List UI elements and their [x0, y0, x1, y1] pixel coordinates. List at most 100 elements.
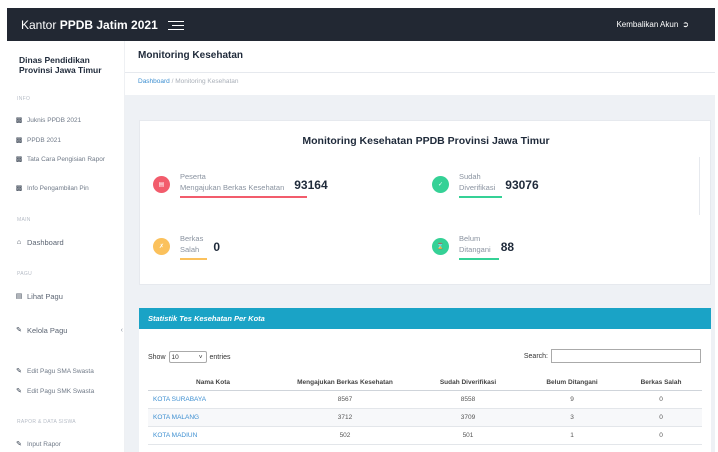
col-mengajukan[interactable]: Mengajukan Berkas Kesehatan: [278, 375, 412, 391]
table-cell: 3712: [278, 408, 412, 427]
summary-stats-box: ▤ Peserta Mengajukan Berkas Kesehatan 93…: [150, 157, 700, 215]
stat-sudah-diverifikasi: ✓ Sudah Diverifikasi 93076: [432, 171, 539, 198]
col-berkas-salah[interactable]: Berkas Salah: [620, 375, 702, 391]
stat-value-belum: 88: [500, 239, 515, 254]
table-cell: 9: [524, 390, 620, 409]
table-cell: 0: [620, 426, 702, 445]
kembalikan-label: Kembalikan Akun: [616, 20, 679, 29]
stat-underline: [180, 258, 207, 260]
search-input[interactable]: [551, 349, 701, 363]
cell-kota-link[interactable]: KOTA SURABAYA: [148, 390, 278, 409]
stat-label-2: Salah: [180, 245, 200, 254]
table-cell: 8558: [412, 390, 524, 409]
book-icon: ▩: [15, 137, 23, 144]
pencil-icon: ✎: [16, 368, 22, 375]
section-label-rapor: RAPOR & DATA SISWA: [17, 419, 76, 425]
chevron-left-icon: ‹: [120, 327, 123, 334]
pencil-icon: ✎: [16, 388, 22, 395]
kota-table: Nama Kota Mengajukan Berkas Kesehatan Su…: [148, 375, 702, 445]
stat-label-2: Mengajukan Berkas Kesehatan: [180, 183, 285, 192]
show-entries-control: Show 10 ˅ entries: [148, 351, 231, 363]
col-belum[interactable]: Belum Ditangani: [524, 375, 620, 391]
sidebar-title: Dinas Pendidikan Provinsi Jawa Timur: [19, 55, 102, 75]
cell-kota-link[interactable]: KOTA MALANG: [148, 408, 278, 427]
cell-kota-link[interactable]: KOTA MADIUN: [148, 426, 278, 445]
stat-label-1: Sudah: [459, 172, 481, 181]
breadcrumb-separator: /: [171, 78, 174, 85]
sidebar-item-info-pin[interactable]: ▩ Info Pengambilan Pin: [15, 185, 123, 193]
sidebar-item-label: Info Pengambilan Pin: [27, 185, 89, 192]
search-label: Search:: [523, 352, 548, 360]
hourglass-icon: ⌛: [432, 238, 449, 255]
book-icon: ▩: [15, 185, 23, 192]
table-cell: 0: [620, 390, 702, 409]
stat-belum-ditangani: ⌛ Belum Ditangani 88: [432, 233, 514, 260]
breadcrumb: Dashboard / Monitoring Kesehatan: [125, 73, 715, 95]
sidebar-item-tata-cara[interactable]: ▩ Tata Cara Pengisian Rapor: [15, 156, 123, 164]
sidebar-item-label: Input Rapor: [27, 441, 61, 448]
chevron-down-icon: ˅: [198, 353, 203, 361]
stat-label-1: Berkas: [180, 234, 204, 243]
sidebar-item-dashboard[interactable]: ⌂ Dashboard: [15, 239, 123, 247]
sidebar-item-label: Edit Pagu SMK Swasta: [27, 388, 95, 395]
clipboard-icon: ▤: [153, 176, 170, 193]
stat-label-1: Peserta: [180, 172, 206, 181]
content-header: Monitoring Kesehatan: [125, 41, 715, 73]
section-label-pagu: PAGU: [17, 271, 32, 277]
sidebar-item-juknis[interactable]: ▩ Juknis PPDB 2021: [15, 117, 123, 125]
sidebar-item-label: Edit Pagu SMA Swasta: [27, 368, 94, 375]
sidebar-item-input-rapor[interactable]: ✎ Input Rapor: [15, 441, 123, 449]
show-label: Show: [148, 353, 166, 361]
table-cell: 3: [524, 408, 620, 427]
sidebar-item-lihat-pagu[interactable]: ▤ Lihat Pagu: [15, 293, 123, 301]
book-icon: ▩: [15, 117, 23, 124]
app-frame: Kantor PPDB Jatim 2021 Kembalikan Akun ➲…: [0, 0, 718, 452]
thumbs-down-icon: ✗: [153, 238, 170, 255]
home-icon: ⌂: [16, 239, 22, 246]
stat-label-1: Belum: [459, 234, 481, 243]
section-label-main: MAIN: [17, 217, 31, 223]
brand-prefix: Kantor: [21, 17, 60, 32]
top-navbar: Kantor PPDB Jatim 2021 Kembalikan Akun ➲: [7, 8, 715, 41]
sidebar-item-label: Juknis PPDB 2021: [27, 117, 82, 124]
table-cell: 501: [412, 426, 524, 445]
col-sudah[interactable]: Sudah Diverifikasi: [412, 375, 524, 391]
entries-value: 10: [171, 353, 179, 361]
breadcrumb-dashboard-link[interactable]: Dashboard: [138, 78, 170, 85]
table-row: KOTA SURABAYA 8567 8558 9 0: [148, 390, 702, 409]
entries-select[interactable]: 10 ˅: [168, 351, 207, 363]
stat-berkas-salah: ✗ Berkas Salah 0: [153, 233, 220, 260]
stat-label-2: Diverifikasi: [459, 183, 496, 192]
stat-value-peserta: 93164: [294, 177, 328, 192]
col-nama-kota[interactable]: Nama Kota: [148, 375, 278, 391]
table-cell: 1: [524, 426, 620, 445]
section-label-info: INFO: [17, 96, 31, 102]
hamburger-icon[interactable]: [167, 20, 184, 30]
sidebar-item-ppdb[interactable]: ▩ PPDB 2021: [15, 137, 123, 145]
summary-title: Monitoring Kesehatan PPDB Provinsi Jawa …: [302, 135, 550, 147]
table-row: KOTA MALANG 3712 3709 3 0: [148, 408, 702, 427]
check-users-icon: ✓: [432, 176, 449, 193]
table-row: KOTA MADIUN 502 501 1 0: [148, 426, 702, 445]
table-cell: 0: [620, 408, 702, 427]
brand-title[interactable]: Kantor PPDB Jatim 2021: [21, 18, 158, 32]
table-cell: 502: [278, 426, 412, 445]
edit-box-icon: ✎: [16, 327, 22, 334]
table-header-row: Nama Kota Mengajukan Berkas Kesehatan Su…: [148, 375, 702, 391]
list-icon: ▤: [15, 293, 23, 300]
summary-card: Monitoring Kesehatan PPDB Provinsi Jawa …: [139, 120, 711, 285]
sidebar-item-edit-sma[interactable]: ✎ Edit Pagu SMA Swasta: [15, 368, 123, 376]
table-cell: 8567: [278, 390, 412, 409]
sidebar-item-kelola-pagu[interactable]: ✎ Kelola Pagu ‹: [15, 327, 123, 335]
kembalikan-akun-button[interactable]: Kembalikan Akun ➲: [616, 20, 689, 29]
stat-value-berkas-salah: 0: [213, 239, 221, 254]
sidebar-item-label: PPDB 2021: [27, 137, 61, 144]
page-title: Monitoring Kesehatan: [138, 50, 244, 61]
search-control: Search:: [524, 349, 701, 363]
sidebar-item-edit-smk[interactable]: ✎ Edit Pagu SMK Swasta: [15, 388, 123, 396]
pencil-icon: ✎: [16, 441, 22, 448]
stat-label-2: Ditangani: [459, 245, 491, 254]
table-cell: 3709: [412, 408, 524, 427]
book-icon: ▩: [15, 156, 23, 163]
brand-bold: PPDB Jatim 2021: [59, 17, 158, 32]
